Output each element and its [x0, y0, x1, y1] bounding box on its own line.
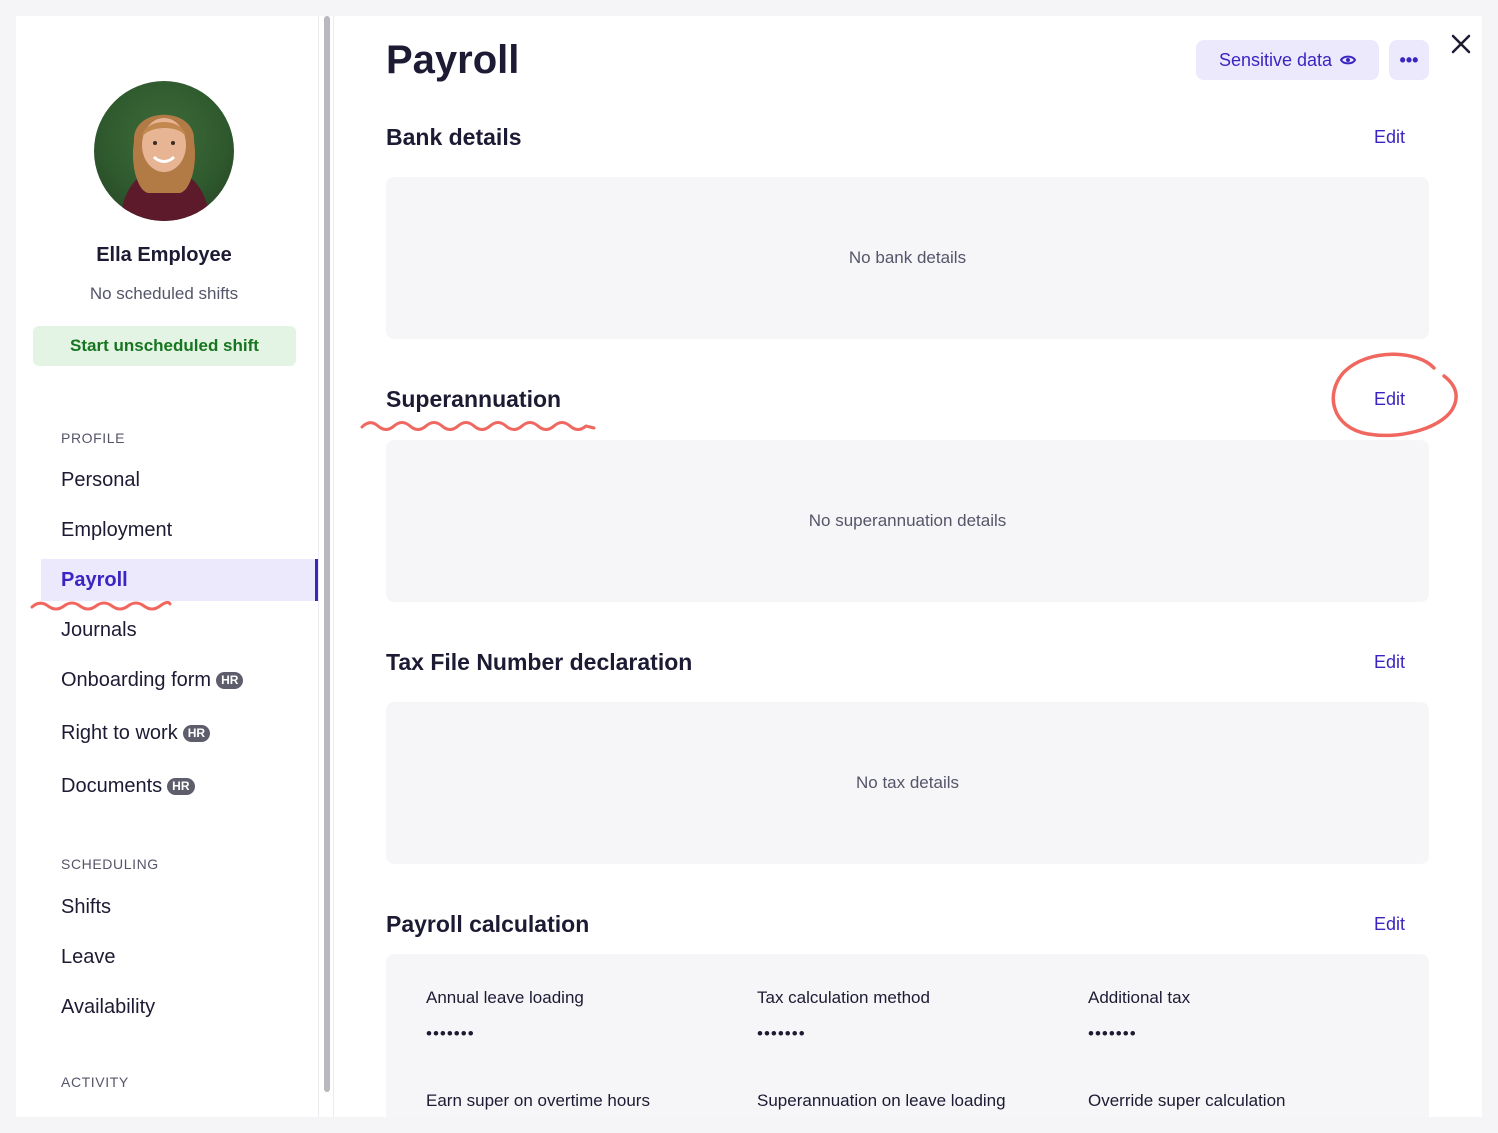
more-icon: ••• — [1399, 50, 1419, 70]
sidebar-item-onboarding-form[interactable]: Onboarding form HR — [41, 659, 318, 701]
sidebar-item-label: Documents — [61, 774, 163, 797]
payroll-calculation-panel: Annual leave loading ••••••• Tax calcula… — [386, 954, 1429, 1117]
sidebar-scrollbar[interactable] — [318, 16, 334, 1117]
superannuation-panel: No superannuation details — [386, 440, 1429, 602]
empty-state-text: No superannuation details — [808, 511, 1007, 530]
sidebar-item-label: Journals — [61, 618, 137, 641]
sidebar-item-leave[interactable]: Leave — [41, 936, 318, 978]
sidebar-item-label: Employment — [61, 518, 173, 541]
sidebar-item-documents[interactable]: Documents HR — [41, 765, 318, 807]
sidebar-item-label: Payroll — [61, 568, 128, 591]
edit-payroll-calculation-link[interactable]: Edit — [1374, 914, 1405, 935]
hr-badge: HR — [167, 777, 195, 795]
avatar — [94, 81, 234, 221]
sidebar-scrollbar-thumb[interactable] — [324, 16, 330, 1092]
empty-state-text: No tax details — [856, 773, 959, 792]
sidebar-item-payroll[interactable]: Payroll — [41, 559, 318, 601]
sidebar-item-label: Leave — [61, 945, 116, 968]
sidebar-item-label: Shifts — [61, 895, 112, 918]
sidebar-item-availability[interactable]: Availability — [41, 986, 318, 1028]
field-label-tax-calculation-method: Tax calculation method — [757, 988, 930, 1007]
sensitive-data-button[interactable]: Sensitive data — [1196, 40, 1379, 80]
field-label-override-super-calculation: Override super calculation — [1088, 1091, 1286, 1110]
section-heading-tfn-declaration: Tax File Number declaration — [386, 649, 693, 675]
section-title-scheduling: SCHEDULING — [61, 856, 159, 872]
annotation-squiggle — [360, 421, 596, 431]
page-title: Payroll — [386, 38, 520, 82]
sidebar-item-label: Onboarding form — [61, 668, 212, 691]
sidebar-item-label: Personal — [61, 468, 140, 491]
field-value-additional-tax: ••••••• — [1088, 1024, 1137, 1043]
field-label-super-on-leave-loading: Superannuation on leave loading — [757, 1091, 1006, 1110]
field-value-tax-calculation-method: ••••••• — [757, 1024, 806, 1043]
field-value-annual-leave-loading: ••••••• — [426, 1024, 475, 1043]
sidebar-item-label: Availability — [61, 995, 156, 1018]
sidebar-item-personal[interactable]: Personal — [41, 459, 318, 501]
sidebar-item-label: Right to work — [61, 721, 178, 744]
edit-superannuation-link[interactable]: Edit — [1374, 389, 1405, 410]
field-label-annual-leave-loading: Annual leave loading — [426, 988, 584, 1007]
section-heading-bank-details: Bank details — [386, 124, 522, 150]
main-content: Payroll Sensitive data ••• Bank details … — [334, 16, 1482, 1117]
eye-icon — [1339, 50, 1357, 71]
sidebar-item-employment[interactable]: Employment — [41, 509, 318, 551]
section-heading-superannuation: Superannuation — [386, 386, 562, 412]
close-button[interactable] — [1446, 30, 1476, 60]
employee-modal: Ella Employee No scheduled shifts Start … — [16, 16, 1482, 1117]
sidebar: Ella Employee No scheduled shifts Start … — [16, 16, 318, 1117]
employee-shift-status: No scheduled shifts — [89, 284, 239, 303]
bank-details-panel: No bank details — [386, 177, 1429, 339]
section-title-activity: ACTIVITY — [61, 1074, 129, 1090]
sidebar-item-journals[interactable]: Journals — [41, 609, 318, 651]
edit-tfn-declaration-link[interactable]: Edit — [1374, 652, 1405, 673]
close-icon — [1451, 34, 1471, 57]
empty-state-text: No bank details — [848, 248, 967, 267]
tfn-declaration-panel: No tax details — [386, 702, 1429, 864]
hr-badge: HR — [182, 724, 211, 742]
hr-badge: HR — [216, 671, 244, 689]
sidebar-item-right-to-work[interactable]: Right to work HR — [41, 712, 318, 754]
sidebar-item-shifts[interactable]: Shifts — [41, 886, 318, 928]
section-heading-payroll-calculation: Payroll calculation — [386, 911, 590, 937]
start-unscheduled-shift-button[interactable]: Start unscheduled shift — [33, 326, 296, 366]
employee-name: Ella Employee — [96, 244, 232, 266]
field-label-earn-super-on-overtime: Earn super on overtime hours — [426, 1091, 650, 1110]
more-options-button[interactable]: ••• — [1389, 40, 1429, 80]
field-label-additional-tax: Additional tax — [1088, 988, 1191, 1007]
sensitive-data-label: Sensitive data — [1218, 49, 1333, 70]
section-title-profile: PROFILE — [61, 430, 126, 446]
edit-bank-details-link[interactable]: Edit — [1374, 127, 1405, 148]
